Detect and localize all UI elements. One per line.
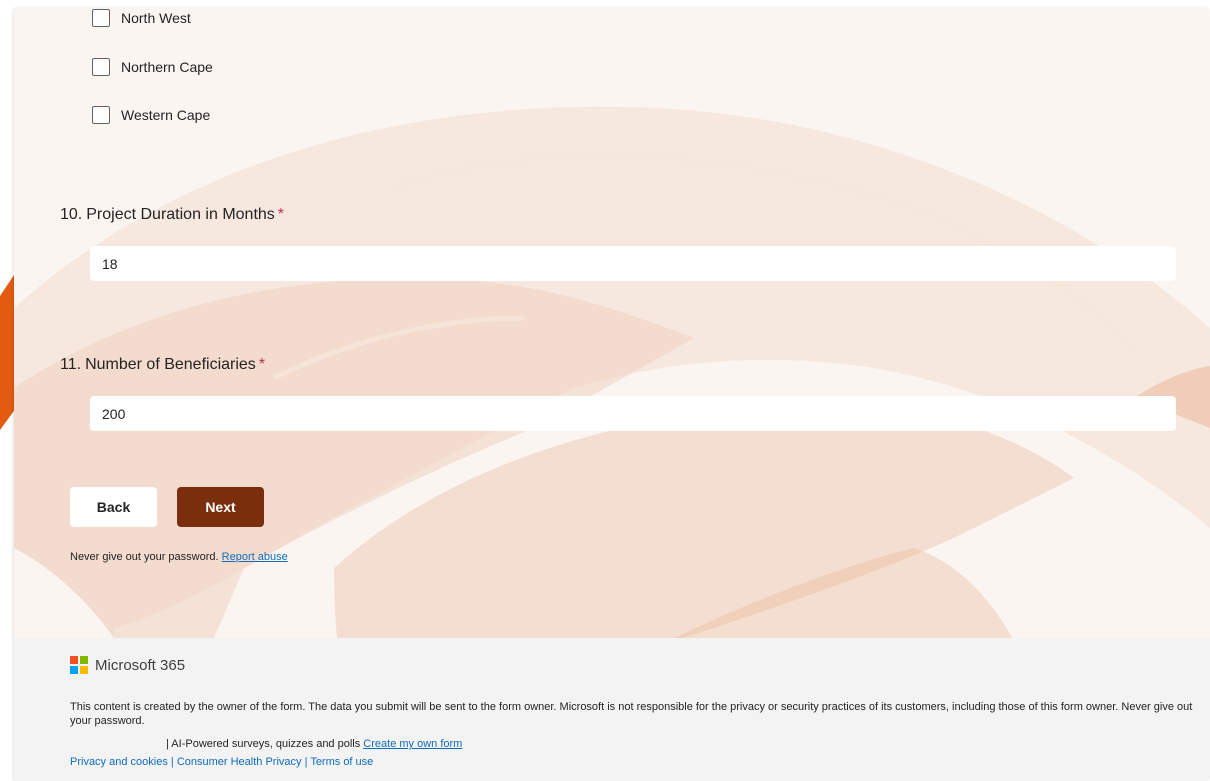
consumer-health-privacy-link[interactable]: Consumer Health Privacy [177, 756, 302, 768]
question-number: 11. [60, 356, 82, 373]
required-marker: * [258, 356, 266, 373]
checkbox[interactable] [92, 58, 110, 76]
form-card: North West Northern Cape Western Cape 10… [14, 8, 1210, 781]
choice-label: North West [121, 10, 191, 26]
footer-disclaimer: This content is created by the owner of … [70, 701, 1193, 727]
create-form-link[interactable]: Create my own form [363, 738, 462, 750]
brand-name: Microsoft 365 [95, 656, 186, 674]
question-title: Number of Beneficiaries [85, 356, 256, 373]
separator: | [170, 756, 174, 768]
question-project-duration: 10. Project Duration in Months * [60, 206, 284, 224]
beneficiaries-input[interactable]: 200 [90, 396, 1176, 431]
question-title: Project Duration in Months [86, 206, 275, 223]
ai-powered-line: | AI-Powered surveys, quizzes and polls … [70, 738, 462, 750]
terms-of-use-link[interactable]: Terms of use [310, 756, 373, 768]
choice-northern-cape[interactable]: Northern Cape [92, 55, 213, 79]
separator: | [304, 756, 308, 768]
choice-label: Western Cape [121, 107, 211, 123]
password-warning-text: Never give out your password. [70, 551, 219, 563]
choice-label: Northern Cape [121, 59, 213, 75]
microsoft-365-logo: Microsoft 365 [70, 656, 185, 674]
report-abuse-link[interactable]: Report abuse [222, 551, 288, 563]
footer: Microsoft 365 This content is created by… [14, 638, 1210, 781]
legal-links: Privacy and cookies | Consumer Health Pr… [70, 756, 373, 768]
next-button[interactable]: Next [177, 487, 264, 527]
checkbox[interactable] [92, 9, 110, 27]
password-warning: Never give out your password. Report abu… [70, 551, 288, 563]
project-duration-input[interactable]: 18 [90, 246, 1176, 281]
back-button[interactable]: Back [70, 487, 157, 527]
choice-western-cape[interactable]: Western Cape [92, 103, 210, 127]
ai-powered-text: | AI-Powered surveys, quizzes and polls [166, 738, 361, 750]
question-number-of-beneficiaries: 11. Number of Beneficiaries * [60, 356, 265, 374]
input-value: 18 [102, 255, 118, 272]
microsoft-logo-icon [70, 656, 88, 674]
checkbox[interactable] [92, 106, 110, 124]
input-value: 200 [102, 405, 126, 422]
question-number: 10. [60, 206, 83, 223]
privacy-cookies-link[interactable]: Privacy and cookies [70, 756, 168, 768]
choice-north-west[interactable]: North West [92, 8, 191, 30]
required-marker: * [277, 206, 285, 223]
